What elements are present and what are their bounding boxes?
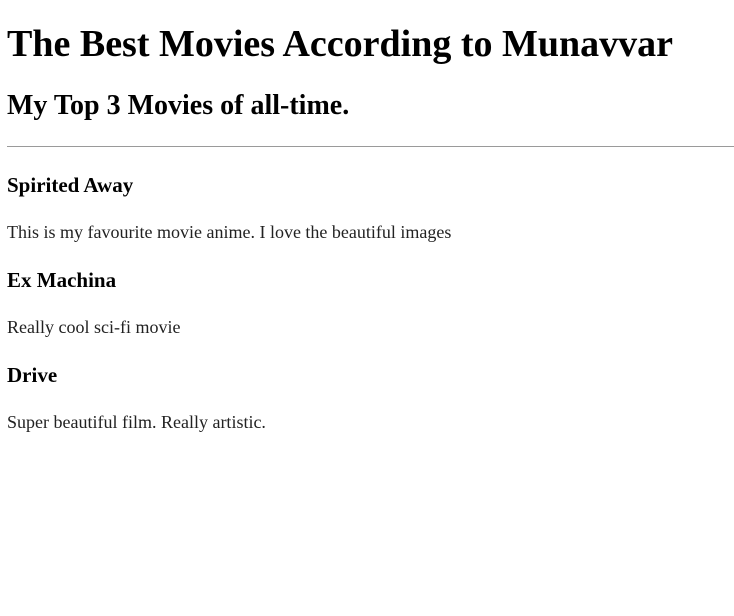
movie-title: Ex Machina [7, 268, 117, 292]
movie-title: Spirited Away [7, 173, 134, 197]
movie-item: Spirited Away This is my favourite movie… [7, 173, 734, 243]
page-title: The Best Movies According to Munavvar [7, 23, 674, 65]
page-subtitle: My Top 3 Movies of all-time. [7, 90, 350, 121]
divider [7, 146, 734, 147]
movie-description: Really cool sci-fi movie [7, 317, 181, 337]
movie-description: This is my favourite movie anime. I love… [7, 222, 452, 242]
page: The Best Movies According to Munavvar My… [0, 22, 734, 433]
movie-item: Drive Super beautiful film. Really artis… [7, 363, 734, 433]
movie-item: Ex Machina Really cool sci-fi movie [7, 268, 734, 338]
movie-title: Drive [7, 363, 58, 387]
movie-description: Super beautiful film. Really artistic. [7, 412, 266, 432]
